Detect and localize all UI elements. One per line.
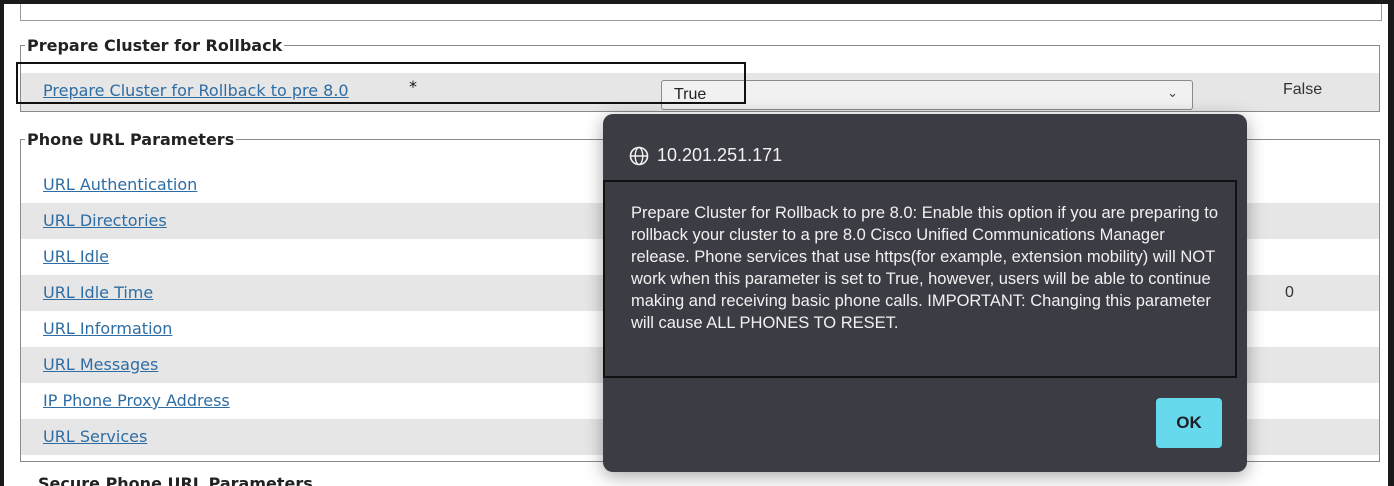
url-authentication-link[interactable]: URL Authentication <box>43 175 197 195</box>
rollback-default-value: False <box>1283 81 1323 98</box>
ok-button[interactable]: OK <box>1156 398 1222 448</box>
chevron-down-icon: ⌄ <box>1167 85 1178 100</box>
highlight-box-rollback <box>16 62 746 104</box>
alert-dialog: 10.201.251.171 Prepare Cluster for Rollb… <box>603 114 1247 472</box>
url-directories-link[interactable]: URL Directories <box>43 211 167 231</box>
previous-section-bottom <box>20 4 1382 21</box>
globe-icon <box>629 146 649 166</box>
dialog-origin: 10.201.251.171 <box>657 145 783 165</box>
url-idle-link[interactable]: URL Idle <box>43 247 109 267</box>
ip-phone-proxy-address-link[interactable]: IP Phone Proxy Address <box>43 391 230 411</box>
rollback-section-legend: Prepare Cluster for Rollback <box>27 36 283 55</box>
phone-url-section-legend: Phone URL Parameters <box>27 130 235 149</box>
url-services-link[interactable]: URL Services <box>43 427 147 447</box>
window-frame-right <box>1388 0 1394 486</box>
url-idle-time-link[interactable]: URL Idle Time <box>43 283 153 303</box>
url-messages-link[interactable]: URL Messages <box>43 355 158 375</box>
next-section-legend: Secure Phone URL Parameters <box>38 474 313 486</box>
url-idle-time-default: 0 <box>1285 284 1294 301</box>
window-frame-left <box>0 0 4 486</box>
url-information-link[interactable]: URL Information <box>43 319 172 339</box>
dialog-message: Prepare Cluster for Rollback to pre 8.0:… <box>631 204 1218 332</box>
message-highlight-box: Prepare Cluster for Rollback to pre 8.0:… <box>603 180 1237 378</box>
